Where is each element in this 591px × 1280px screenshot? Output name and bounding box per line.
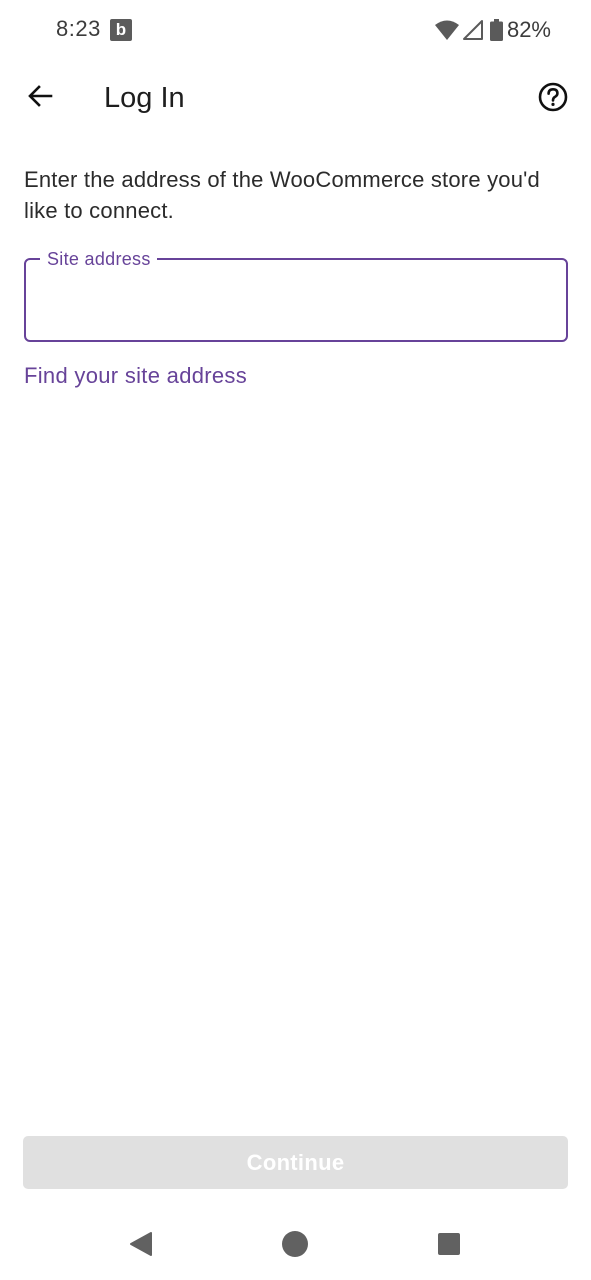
site-address-label: Site address [40,247,157,271]
nav-recents-button[interactable] [433,1230,465,1262]
site-address-field[interactable]: Site address [24,247,568,342]
circle-home-icon [281,1230,309,1263]
nav-back-button[interactable] [125,1230,157,1262]
help-circle-icon [537,81,569,118]
back-button[interactable] [18,76,62,120]
arrow-left-icon [26,82,54,115]
continue-button[interactable]: Continue [23,1136,568,1189]
page-title: Log In [104,82,185,114]
find-site-address-link[interactable]: Find your site address [24,363,247,389]
status-bar: 8:23 b 82% [0,0,591,60]
site-address-input[interactable] [42,282,546,320]
system-nav-bar [0,1212,591,1280]
battery-icon [489,19,503,41]
nav-home-button[interactable] [279,1230,311,1262]
status-icons: 82% [434,16,551,44]
wifi-icon [434,19,460,41]
instructions-text: Enter the address of the WooCommerce sto… [24,167,540,223]
battery-percent: 82% [506,17,551,42]
signal-icon [462,19,484,41]
triangle-back-icon [128,1230,154,1263]
app-bar: Log In [0,60,591,142]
notification-badge: b [110,19,132,41]
help-button[interactable] [531,77,575,121]
status-time: 8:23 [56,16,101,41]
square-recents-icon [437,1232,461,1261]
